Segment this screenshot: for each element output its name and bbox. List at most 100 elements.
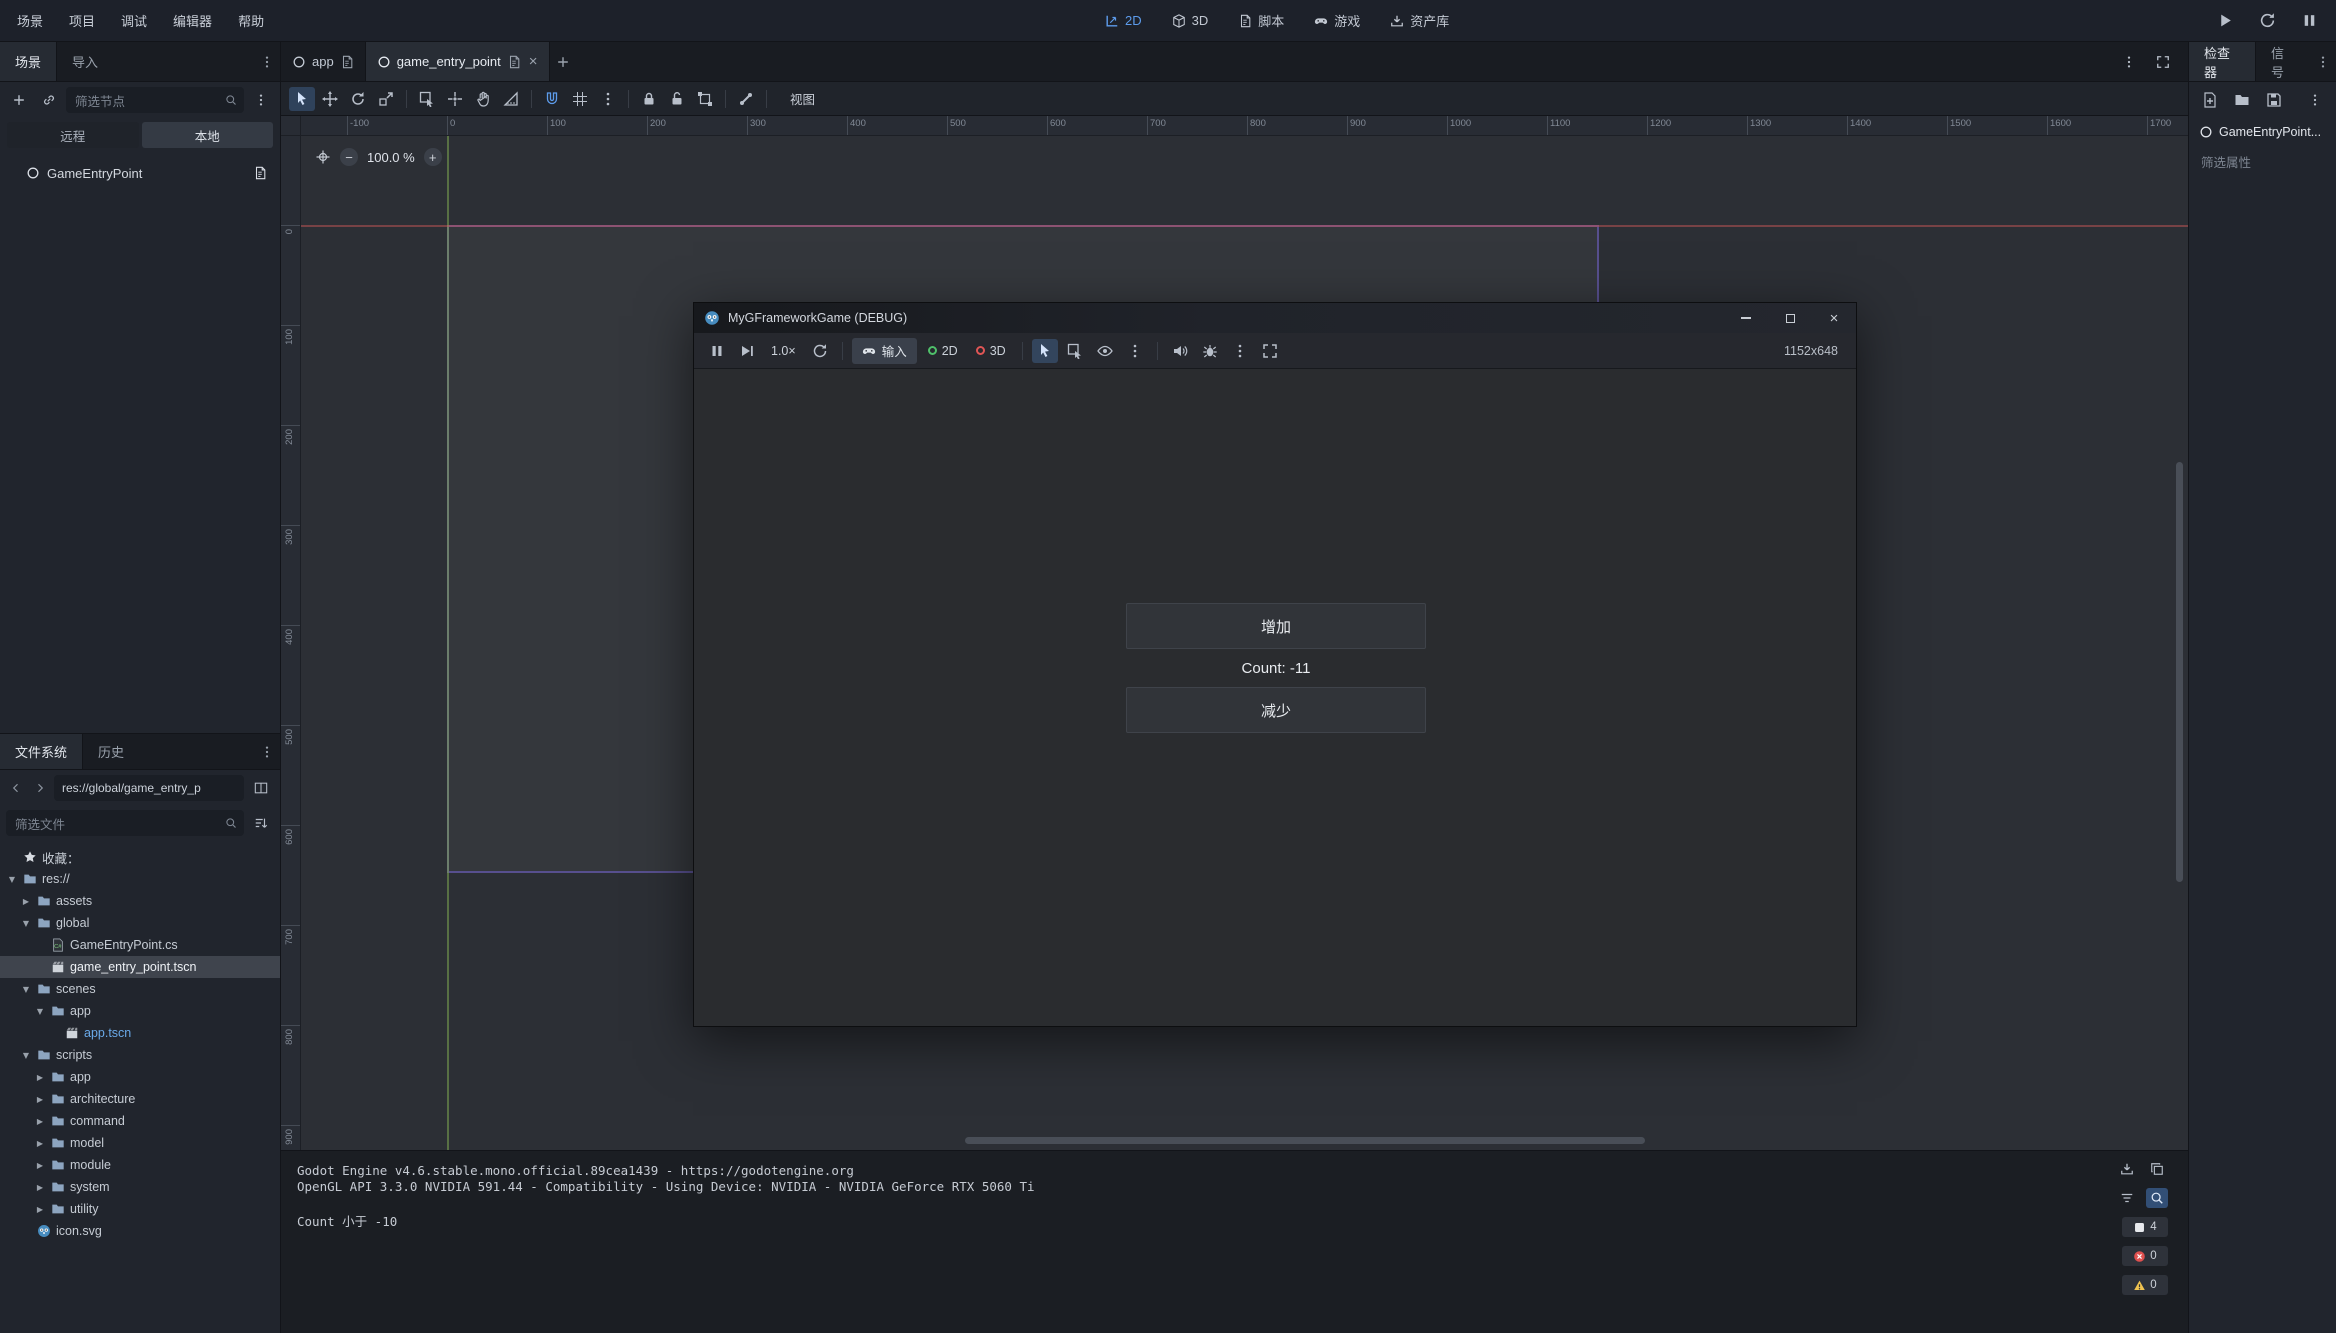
file-tree-item[interactable]: ▶app <box>0 1066 280 1088</box>
tree-arrow-icon[interactable]: ▼ <box>34 1007 46 1016</box>
tree-arrow-icon[interactable]: ▶ <box>34 1161 46 1170</box>
close-tab-button[interactable]: × <box>529 54 538 69</box>
menu-场景[interactable]: 场景 <box>4 0 56 41</box>
save-log-button[interactable] <box>2116 1159 2138 1179</box>
menu-项目[interactable]: 项目 <box>56 0 108 41</box>
camera-3d-override-toggle[interactable]: 3D <box>969 338 1013 364</box>
workspace-3D[interactable]: 3D <box>1162 9 1219 32</box>
menu-帮助[interactable]: 帮助 <box>225 0 277 41</box>
file-tree-item[interactable]: ▶model <box>0 1132 280 1154</box>
file-tree-item[interactable]: ▼scenes <box>0 978 280 1000</box>
tree-arrow-icon[interactable]: ▶ <box>34 1139 46 1148</box>
scene-tab-app[interactable]: app <box>281 42 365 81</box>
tree-arrow-icon[interactable]: ▼ <box>20 985 32 994</box>
view-menu-button[interactable]: 视图 <box>780 86 825 111</box>
new-scene-tab-button[interactable] <box>550 42 576 81</box>
zoom-in-button[interactable]: + <box>424 148 442 166</box>
file-tree-item[interactable]: C#GameEntryPoint.cs <box>0 934 280 956</box>
tree-arrow-icon[interactable]: ▶ <box>34 1073 46 1082</box>
minimize-button[interactable] <box>1724 303 1768 333</box>
game-select-tool[interactable] <box>1032 339 1058 363</box>
messages-badge[interactable]: 4 <box>2122 1217 2168 1237</box>
horizontal-scrollbar[interactable] <box>305 1137 2164 1144</box>
warnings-badge[interactable]: 0 <box>2122 1275 2168 1295</box>
instance-scene-button[interactable] <box>36 88 62 112</box>
tab-检查器[interactable]: 检查器 <box>2189 42 2256 81</box>
pan-tool[interactable] <box>470 87 496 111</box>
scene-dock-menu-button[interactable] <box>254 42 280 81</box>
scene-tab-menu-button[interactable] <box>2116 50 2142 74</box>
lock-selected-button[interactable] <box>636 87 662 111</box>
menu-编辑器[interactable]: 编辑器 <box>160 0 225 41</box>
game-options-menu[interactable] <box>1227 339 1253 363</box>
next-frame-button[interactable] <box>734 339 760 363</box>
pause-button[interactable] <box>2296 9 2322 33</box>
file-tree-item[interactable]: ▼scripts <box>0 1044 280 1066</box>
pivot-tool[interactable] <box>442 87 468 111</box>
smart-snap-toggle[interactable] <box>539 87 565 111</box>
zoom-level[interactable]: 100.0 % <box>367 150 415 165</box>
file-tree-item[interactable]: 收藏： <box>0 846 280 868</box>
scene-tree-item[interactable]: GameEntryPoint <box>0 160 280 186</box>
mute-audio-button[interactable] <box>1167 339 1193 363</box>
file-tree-item[interactable]: ▶system <box>0 1176 280 1198</box>
decrease-button[interactable]: 减少 <box>1126 687 1426 733</box>
search-log-button[interactable] <box>2146 1188 2168 1208</box>
inspector-extra-menu-button[interactable] <box>2302 88 2328 112</box>
file-tree-item[interactable]: icon.svg <box>0 1220 280 1242</box>
copy-log-button[interactable] <box>2146 1159 2168 1179</box>
tree-arrow-icon[interactable]: ▶ <box>34 1117 46 1126</box>
errors-badge[interactable]: 0 <box>2122 1246 2168 1266</box>
source-toggle-远程[interactable]: 远程 <box>7 122 139 148</box>
expand-viewport-button[interactable] <box>2150 50 2176 74</box>
list-select-tool[interactable] <box>414 87 440 111</box>
zoom-out-button[interactable]: − <box>340 148 358 166</box>
tab-历史[interactable]: 历史 <box>83 734 139 769</box>
visibility-menu[interactable] <box>1092 339 1118 363</box>
scene-tab-game_entry_point[interactable]: game_entry_point× <box>365 42 550 81</box>
nav-back-button[interactable] <box>6 776 26 800</box>
file-tree-item[interactable]: ▶assets <box>0 890 280 912</box>
restart-game-button[interactable] <box>807 339 833 363</box>
message-filter-button[interactable] <box>2116 1188 2138 1208</box>
script-icon[interactable] <box>253 166 267 180</box>
source-toggle-本地[interactable]: 本地 <box>142 122 274 148</box>
tab-信号[interactable]: 信号 <box>2256 42 2310 81</box>
rotate-tool[interactable] <box>345 87 371 111</box>
workspace-游戏[interactable]: 游戏 <box>1304 7 1370 34</box>
filter-files-input[interactable]: 筛选文件 <box>6 810 244 836</box>
save-resource-button[interactable] <box>2261 88 2287 112</box>
maximize-button[interactable] <box>1768 303 1812 333</box>
tree-arrow-icon[interactable]: ▼ <box>20 1051 32 1060</box>
scale-tool[interactable] <box>373 87 399 111</box>
2d-canvas[interactable]: − 100.0 % + MyGFrameworkGame (DEBUG) × <box>301 136 2188 1150</box>
snap-options-menu[interactable] <box>595 87 621 111</box>
nav-forward-button[interactable] <box>30 776 50 800</box>
debug-options-menu[interactable] <box>1197 339 1223 363</box>
menu-调试[interactable]: 调试 <box>108 0 160 41</box>
tree-arrow-icon[interactable]: ▶ <box>34 1205 46 1214</box>
split-view-button[interactable] <box>248 776 274 800</box>
workspace-脚本[interactable]: 脚本 <box>1228 7 1294 34</box>
filter-nodes-input[interactable]: 筛选节点 <box>66 87 244 113</box>
scene-tree-menu-button[interactable] <box>248 88 274 112</box>
play-button[interactable] <box>2212 9 2238 33</box>
group-selected-button[interactable] <box>692 87 718 111</box>
file-tree-item[interactable]: ▶command <box>0 1110 280 1132</box>
restart-button[interactable] <box>2254 9 2280 33</box>
move-tool[interactable] <box>317 87 343 111</box>
game-list-select-tool[interactable] <box>1062 339 1088 363</box>
current-path-box[interactable]: res://global/game_entry_p <box>54 775 244 801</box>
file-tree-item[interactable]: ▶architecture <box>0 1088 280 1110</box>
file-tree-item[interactable]: ▶utility <box>0 1198 280 1220</box>
tree-arrow-icon[interactable]: ▶ <box>34 1183 46 1192</box>
file-tree-item[interactable]: ▼global <box>0 912 280 934</box>
suspend-game-button[interactable] <box>704 339 730 363</box>
sort-files-button[interactable] <box>248 811 274 835</box>
unlock-selected-button[interactable] <box>664 87 690 111</box>
game-window-titlebar[interactable]: MyGFrameworkGame (DEBUG) × <box>694 303 1856 333</box>
tab-导入[interactable]: 导入 <box>57 42 113 81</box>
tree-arrow-icon[interactable]: ▼ <box>6 875 18 884</box>
tab-文件系统[interactable]: 文件系统 <box>0 734 83 769</box>
new-resource-button[interactable] <box>2197 88 2223 112</box>
